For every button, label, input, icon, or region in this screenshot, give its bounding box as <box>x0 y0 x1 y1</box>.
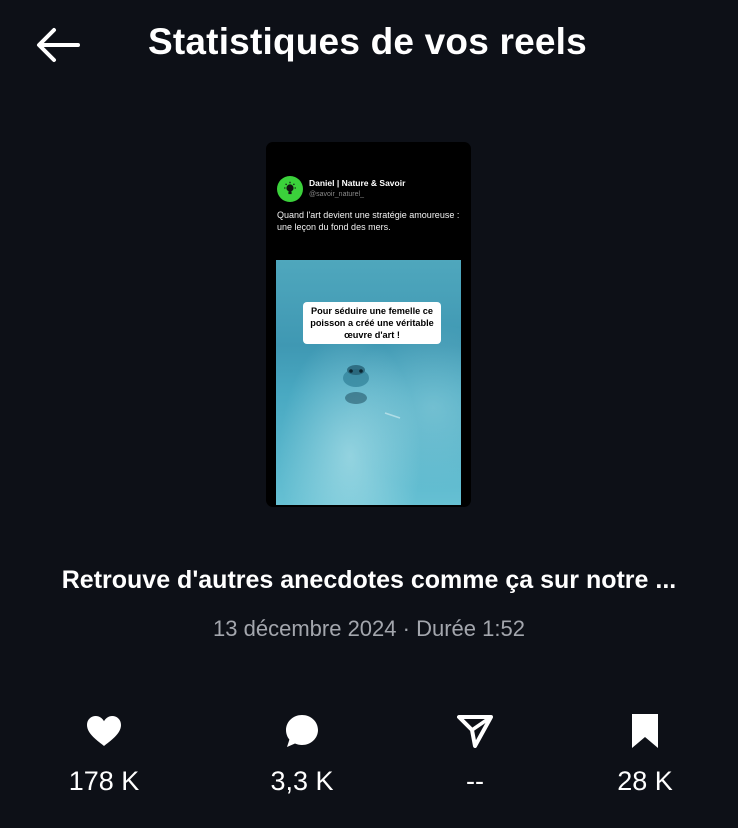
header: Statistiques de vos reels <box>0 0 738 90</box>
video-overlay-text: Pour séduire une femelle ce poisson a cr… <box>303 302 441 344</box>
bookmark-icon <box>632 714 658 748</box>
stat-comments[interactable]: 3,3 K <box>227 708 377 797</box>
account-avatar <box>277 176 303 202</box>
reel-meta: 13 décembre 2024 · Durée 1:52 <box>0 616 738 642</box>
stat-likes[interactable]: 178 K <box>29 708 179 797</box>
comments-count: 3,3 K <box>270 766 334 796</box>
comment-icon <box>286 715 318 747</box>
page-title: Statistiques de vos reels <box>148 21 587 62</box>
send-icon <box>457 715 493 748</box>
shares-count: -- <box>466 766 484 796</box>
fish-image <box>343 365 401 419</box>
reel-date: 13 décembre 2024 <box>213 616 397 641</box>
account-handle: @savoir_naturel_ <box>309 191 364 198</box>
reel-thumbnail[interactable]: Daniel | Nature & Savoir @savoir_naturel… <box>266 142 471 507</box>
back-button[interactable] <box>30 22 86 68</box>
saves-count: 28 K <box>617 766 673 796</box>
meta-separator: · <box>396 616 417 641</box>
heart-icon <box>87 716 121 746</box>
likes-count: 178 K <box>68 766 140 796</box>
stat-shares[interactable]: -- <box>400 708 550 797</box>
account-name: Daniel | Nature & Savoir <box>309 178 406 188</box>
arrow-left-icon <box>37 28 80 62</box>
thumbnail-caption: Quand l'art devient une stratégie amoure… <box>277 210 460 232</box>
lightbulb-icon <box>284 181 296 195</box>
stat-saves[interactable]: 28 K <box>570 708 720 797</box>
video-frame: Pour séduire une femelle ce poisson a cr… <box>276 260 461 505</box>
reel-duration: Durée 1:52 <box>416 616 525 641</box>
reel-caption[interactable]: Retrouve d'autres anecdotes comme ça sur… <box>0 566 738 595</box>
